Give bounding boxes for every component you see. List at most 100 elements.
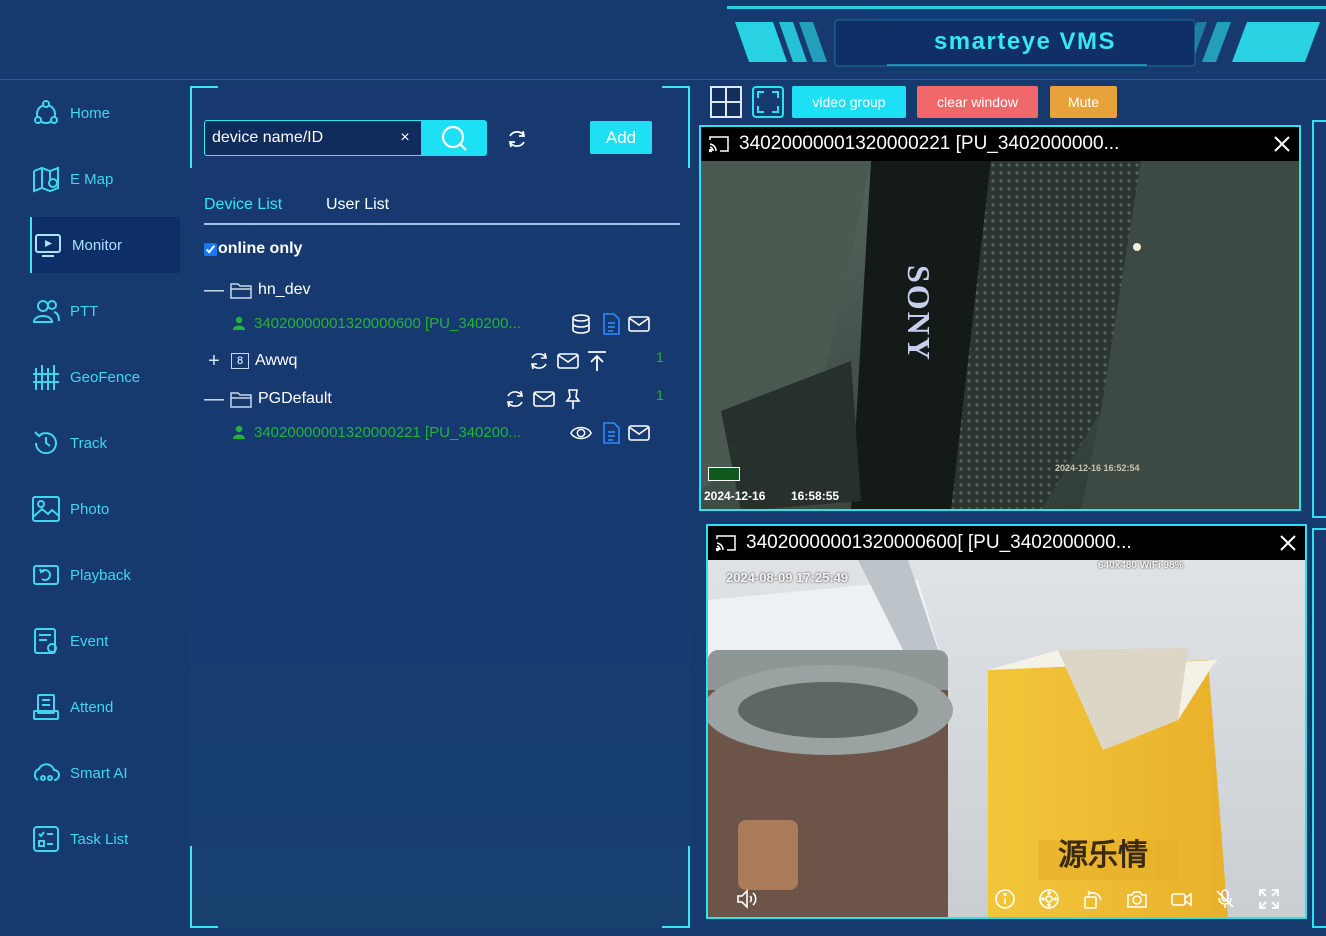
tree-device-600[interactable]: 34020000001320000600 [PU_340200... bbox=[232, 310, 521, 336]
tree-group-awwq[interactable]: + 8 Awwq bbox=[204, 348, 297, 374]
tree-group-hn-dev[interactable]: — hn_dev bbox=[204, 277, 311, 303]
group-name: hn_dev bbox=[258, 281, 311, 298]
sidebar-item-label: Monitor bbox=[72, 236, 123, 254]
search-icon bbox=[441, 125, 467, 151]
device-name: 34020000001320000221 [PU_340200... bbox=[254, 423, 521, 441]
add-device-button[interactable]: Add bbox=[590, 121, 652, 154]
video-window-1[interactable]: 34020000001320000221 [PU_3402000000... S… bbox=[699, 125, 1301, 511]
home-icon bbox=[30, 97, 62, 129]
refresh-icon[interactable] bbox=[528, 350, 550, 372]
video-feed-1: SONY 2024-12-16 16:52:54 2024-12-16 16:5… bbox=[701, 161, 1299, 509]
document-icon[interactable] bbox=[600, 313, 622, 335]
osd-status: 640x480 WiFi 98% bbox=[1098, 560, 1184, 571]
collapse-toggle[interactable]: — bbox=[204, 389, 224, 409]
search-button[interactable] bbox=[421, 120, 487, 156]
video-window-4-edge[interactable] bbox=[1312, 528, 1326, 928]
refresh-icon[interactable] bbox=[506, 128, 528, 150]
sidebar-item-label: Home bbox=[70, 104, 111, 122]
sidebar-item-event[interactable]: Event bbox=[30, 613, 180, 669]
snapshot-icon[interactable] bbox=[1126, 888, 1148, 910]
tree-group-pgdefault[interactable]: — PGDefault bbox=[204, 386, 332, 412]
layout-grid-button[interactable] bbox=[710, 86, 742, 118]
mute-button[interactable]: Mute bbox=[1050, 86, 1117, 118]
device-panel: × Add Device List User List online only … bbox=[190, 86, 690, 928]
sidebar-item-attend[interactable]: Attend bbox=[30, 679, 180, 735]
eye-icon[interactable] bbox=[570, 422, 592, 444]
video-window-2[interactable]: 34020000001320000600[ [PU_3402000000... … bbox=[706, 524, 1307, 919]
ptt-users-icon bbox=[30, 295, 62, 327]
video-window-header: 34020000001320000221 [PU_3402000000... bbox=[701, 127, 1299, 161]
app-title: smarteye VMS bbox=[933, 28, 1117, 55]
mic-muted-icon[interactable] bbox=[1214, 888, 1236, 910]
document-icon[interactable] bbox=[600, 422, 622, 444]
folder-icon bbox=[230, 392, 252, 408]
sidebar-item-monitor[interactable]: Monitor bbox=[30, 217, 180, 273]
pin-icon[interactable] bbox=[562, 388, 584, 410]
event-icon bbox=[30, 625, 62, 657]
message-icon[interactable] bbox=[533, 388, 555, 410]
sidebar-item-label: E Map bbox=[70, 170, 114, 188]
sidebar-item-emap[interactable]: E Map bbox=[30, 151, 180, 207]
clear-window-button[interactable]: clear window bbox=[917, 86, 1038, 118]
message-icon[interactable] bbox=[628, 313, 650, 335]
search-input[interactable] bbox=[205, 121, 395, 155]
group-name: Awwq bbox=[255, 352, 298, 369]
video-window-3-edge[interactable] bbox=[1312, 120, 1326, 518]
photo-icon bbox=[30, 493, 62, 525]
sidebar-item-task-list[interactable]: Task List bbox=[30, 811, 180, 867]
cast-icon bbox=[716, 535, 736, 552]
track-history-icon bbox=[30, 427, 62, 459]
close-icon[interactable] bbox=[1271, 133, 1293, 155]
record-icon[interactable] bbox=[1170, 888, 1192, 910]
app-header: smarteye VMS bbox=[0, 0, 1326, 80]
video-control-bar bbox=[708, 881, 1305, 917]
sidebar-item-geofence[interactable]: GeoFence bbox=[30, 349, 180, 405]
rotate-icon[interactable] bbox=[1082, 888, 1104, 910]
storage-icon[interactable] bbox=[570, 313, 592, 335]
map-icon bbox=[30, 163, 62, 195]
osd-date: 2024-12-16 bbox=[704, 489, 766, 503]
online-only-filter[interactable]: online only bbox=[204, 240, 302, 258]
expand-toggle[interactable]: + bbox=[204, 351, 224, 371]
osd-time: 16:58:55 bbox=[791, 489, 840, 503]
sidebar-item-playback[interactable]: Playback bbox=[30, 547, 180, 603]
collapse-toggle[interactable]: — bbox=[204, 280, 224, 300]
online-user-icon bbox=[233, 316, 245, 330]
attend-icon bbox=[30, 691, 62, 723]
sidebar-item-home[interactable]: Home bbox=[30, 85, 180, 141]
refresh-icon[interactable] bbox=[504, 388, 526, 410]
online-only-checkbox[interactable] bbox=[204, 242, 217, 256]
clear-search-icon[interactable]: × bbox=[395, 127, 415, 149]
sidebar-item-track[interactable]: Track bbox=[30, 415, 180, 471]
expand-icon[interactable] bbox=[1258, 888, 1280, 910]
fullscreen-button[interactable] bbox=[752, 86, 784, 118]
message-icon[interactable] bbox=[557, 350, 579, 372]
panel-corner-decoration bbox=[662, 846, 690, 928]
video-title: 34020000001320000221 [PU_3402000000... bbox=[739, 133, 1120, 154]
message-icon[interactable] bbox=[628, 422, 650, 444]
sidebar-item-ptt[interactable]: PTT bbox=[30, 283, 180, 339]
scene-text: 源乐情 bbox=[1058, 839, 1148, 872]
battery-indicator bbox=[708, 467, 740, 481]
osd-datetime: 2024-08-09 17:25:49 bbox=[726, 570, 849, 585]
video-title: 34020000001320000600[ [PU_3402000000... bbox=[746, 532, 1132, 553]
close-icon[interactable] bbox=[1277, 532, 1299, 554]
move-to-top-icon[interactable] bbox=[586, 350, 608, 372]
sidebar-item-photo[interactable]: Photo bbox=[30, 481, 180, 537]
online-only-label: online only bbox=[218, 240, 303, 257]
tree-device-221[interactable]: 34020000001320000221 [PU_340200... bbox=[232, 419, 521, 445]
sidebar-item-smart-ai[interactable]: Smart AI bbox=[30, 745, 180, 801]
ptz-icon[interactable] bbox=[1038, 888, 1060, 910]
group-badge: 8 bbox=[231, 353, 249, 369]
tab-device-list[interactable]: Device List bbox=[204, 196, 282, 214]
info-icon[interactable] bbox=[994, 888, 1016, 910]
panel-corner-decoration bbox=[662, 86, 690, 168]
online-user-icon bbox=[233, 425, 245, 439]
video-frame bbox=[708, 560, 1305, 917]
sidebar-item-label: Photo bbox=[70, 500, 110, 518]
tab-user-list[interactable]: User List bbox=[326, 196, 389, 214]
video-group-button[interactable]: video group bbox=[792, 86, 906, 118]
tab-underline bbox=[204, 223, 680, 225]
volume-icon[interactable] bbox=[736, 888, 758, 910]
monitor-icon bbox=[32, 229, 64, 261]
